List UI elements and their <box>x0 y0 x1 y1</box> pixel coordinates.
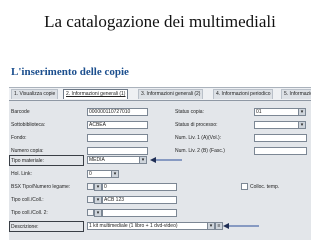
tab-informazioni-generali-1[interactable]: 2. Informazioni generali (1) <box>63 89 129 99</box>
tipo-materiale-label: Tipo materiale: <box>11 158 44 164</box>
bsx-tipo-select-icon[interactable] <box>87 183 94 190</box>
barcode-label: Barcode <box>11 109 30 115</box>
slide-subtitle: L'inserimento delle copie <box>11 66 129 78</box>
colloc-temp-checkbox[interactable] <box>241 183 248 190</box>
colloc-temp-label: Colloc. temp. <box>250 184 280 190</box>
status-copia-field[interactable]: 01 <box>254 108 299 116</box>
descrizione-field[interactable]: 1 kit multimediale (1 libro + 1 dvd-vide… <box>87 222 208 230</box>
tab-bar: 1. Visualizza copie 2. Informazioni gene… <box>9 88 311 101</box>
tipo-materiale-dropdown-icon[interactable]: ▾ <box>139 156 147 164</box>
num-liv2-label: Num. Liv. 2 (B) (Fasc.) <box>175 148 225 154</box>
hol-link-label: Hol. Link: <box>11 171 32 177</box>
tipo-coll2-dropdown-icon[interactable]: ▾ <box>94 209 102 217</box>
tab-informazioni[interactable]: 5. Informazioni <box>281 89 311 99</box>
num-liv1-field[interactable] <box>254 134 307 142</box>
tipo-coll1-select-icon[interactable] <box>87 196 94 203</box>
tipo-coll2-select-icon[interactable] <box>87 209 94 216</box>
hol-link-dropdown-icon[interactable]: ▾ <box>111 170 119 178</box>
tipo-coll1-label: Tipo coll./Coll.: <box>11 197 44 203</box>
bsx-tipo-dropdown-icon[interactable]: ▾ <box>94 183 102 191</box>
numero-copia-field[interactable] <box>87 147 148 155</box>
arrow-icon-descrizione <box>223 223 259 229</box>
num-liv1-label: Num. Liv. 1 (A)(Vol.): <box>175 135 222 141</box>
hol-link-field[interactable]: 0 <box>87 170 112 178</box>
sottobiblioteca-field[interactable]: ACBEA <box>87 121 148 129</box>
bsx-numero-field[interactable]: 0 <box>102 183 177 191</box>
tab-informazioni-generali-2[interactable]: 3. Informazioni generali (2) <box>138 89 204 99</box>
tab-informazioni-periodico[interactable]: 4. Informazioni periodico <box>213 89 274 99</box>
descrizione-dropdown-icon[interactable]: ▾ <box>207 222 215 230</box>
status-processo-label: Status di processo: <box>175 122 218 128</box>
tipo-coll2-field[interactable] <box>102 209 177 217</box>
copy-form-screenshot: 1. Visualizza copie 2. Informazioni gene… <box>9 87 311 240</box>
tipo-coll1-field[interactable]: ACB 123 <box>102 196 177 204</box>
status-processo-field[interactable] <box>254 121 299 129</box>
fondo-field[interactable] <box>87 134 148 142</box>
sottobiblioteca-label: Sottobiblioteca: <box>11 122 46 128</box>
tab-visualizza-copie[interactable]: 1. Visualizza copie <box>11 89 59 99</box>
arrow-icon-tipo-materiale <box>150 157 182 163</box>
fondo-label: Fondo: <box>11 135 27 141</box>
bsx-tipo-label: BSX Tipo/Numero legame: <box>11 184 71 190</box>
tipo-materiale-field[interactable]: MEDIA <box>87 156 140 164</box>
status-copia-label: Status copia: <box>175 109 204 115</box>
num-liv2-field[interactable] <box>254 147 307 155</box>
status-processo-dropdown-icon[interactable]: ▾ <box>298 121 306 129</box>
numero-copia-label: Numero copia: <box>11 148 44 154</box>
slide-title: La catalogazione dei multimediali <box>44 12 276 31</box>
barcode-field[interactable]: 000000110727010 <box>87 108 148 116</box>
tipo-coll2-label: Tipo coll./Coll. 2: <box>11 210 48 216</box>
descrizione-label: Descrizione: <box>11 224 39 230</box>
status-copia-dropdown-icon[interactable]: ▾ <box>298 108 306 116</box>
tipo-coll1-dropdown-icon[interactable]: ▾ <box>94 196 102 204</box>
